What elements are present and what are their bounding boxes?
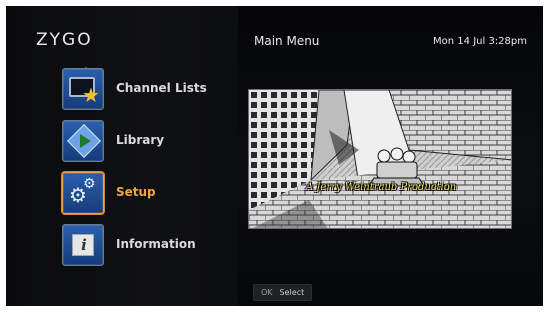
menu-item-label: Setup	[116, 185, 156, 199]
datetime-display: Mon 14 Jul 3:28pm	[433, 36, 527, 47]
menu-item-label: Library	[116, 133, 165, 147]
ok-key-label: OK	[261, 288, 273, 297]
menu-item-label: Channel Lists	[116, 81, 207, 95]
key-hint: OK Select	[253, 284, 313, 301]
sidebar: ZYGO ★ Channel Lists Library ⚙ ⚙ Setup i…	[6, 6, 238, 306]
video-frame-illustration	[249, 90, 511, 228]
page-title: Main Menu	[254, 34, 320, 48]
library-play-icon	[62, 120, 104, 162]
video-caption: A Jerry Weintraub Production	[306, 182, 457, 193]
tv-star-icon: ★	[62, 68, 104, 110]
brand-logo: ZYGO	[36, 30, 93, 50]
menu-item-setup[interactable]: ⚙ ⚙ Setup	[62, 172, 232, 216]
gears-icon: ⚙ ⚙	[62, 172, 104, 214]
menu-item-information[interactable]: i Information	[62, 224, 232, 268]
select-action-label: Select	[279, 288, 305, 297]
menu-item-library[interactable]: Library	[62, 120, 232, 164]
menu-item-channel-lists[interactable]: ★ Channel Lists	[62, 68, 232, 112]
tv-screen: ZYGO ★ Channel Lists Library ⚙ ⚙ Setup i…	[6, 6, 543, 306]
video-preview	[248, 89, 512, 229]
menu-item-label: Information	[116, 237, 196, 251]
info-icon: i	[62, 224, 104, 266]
